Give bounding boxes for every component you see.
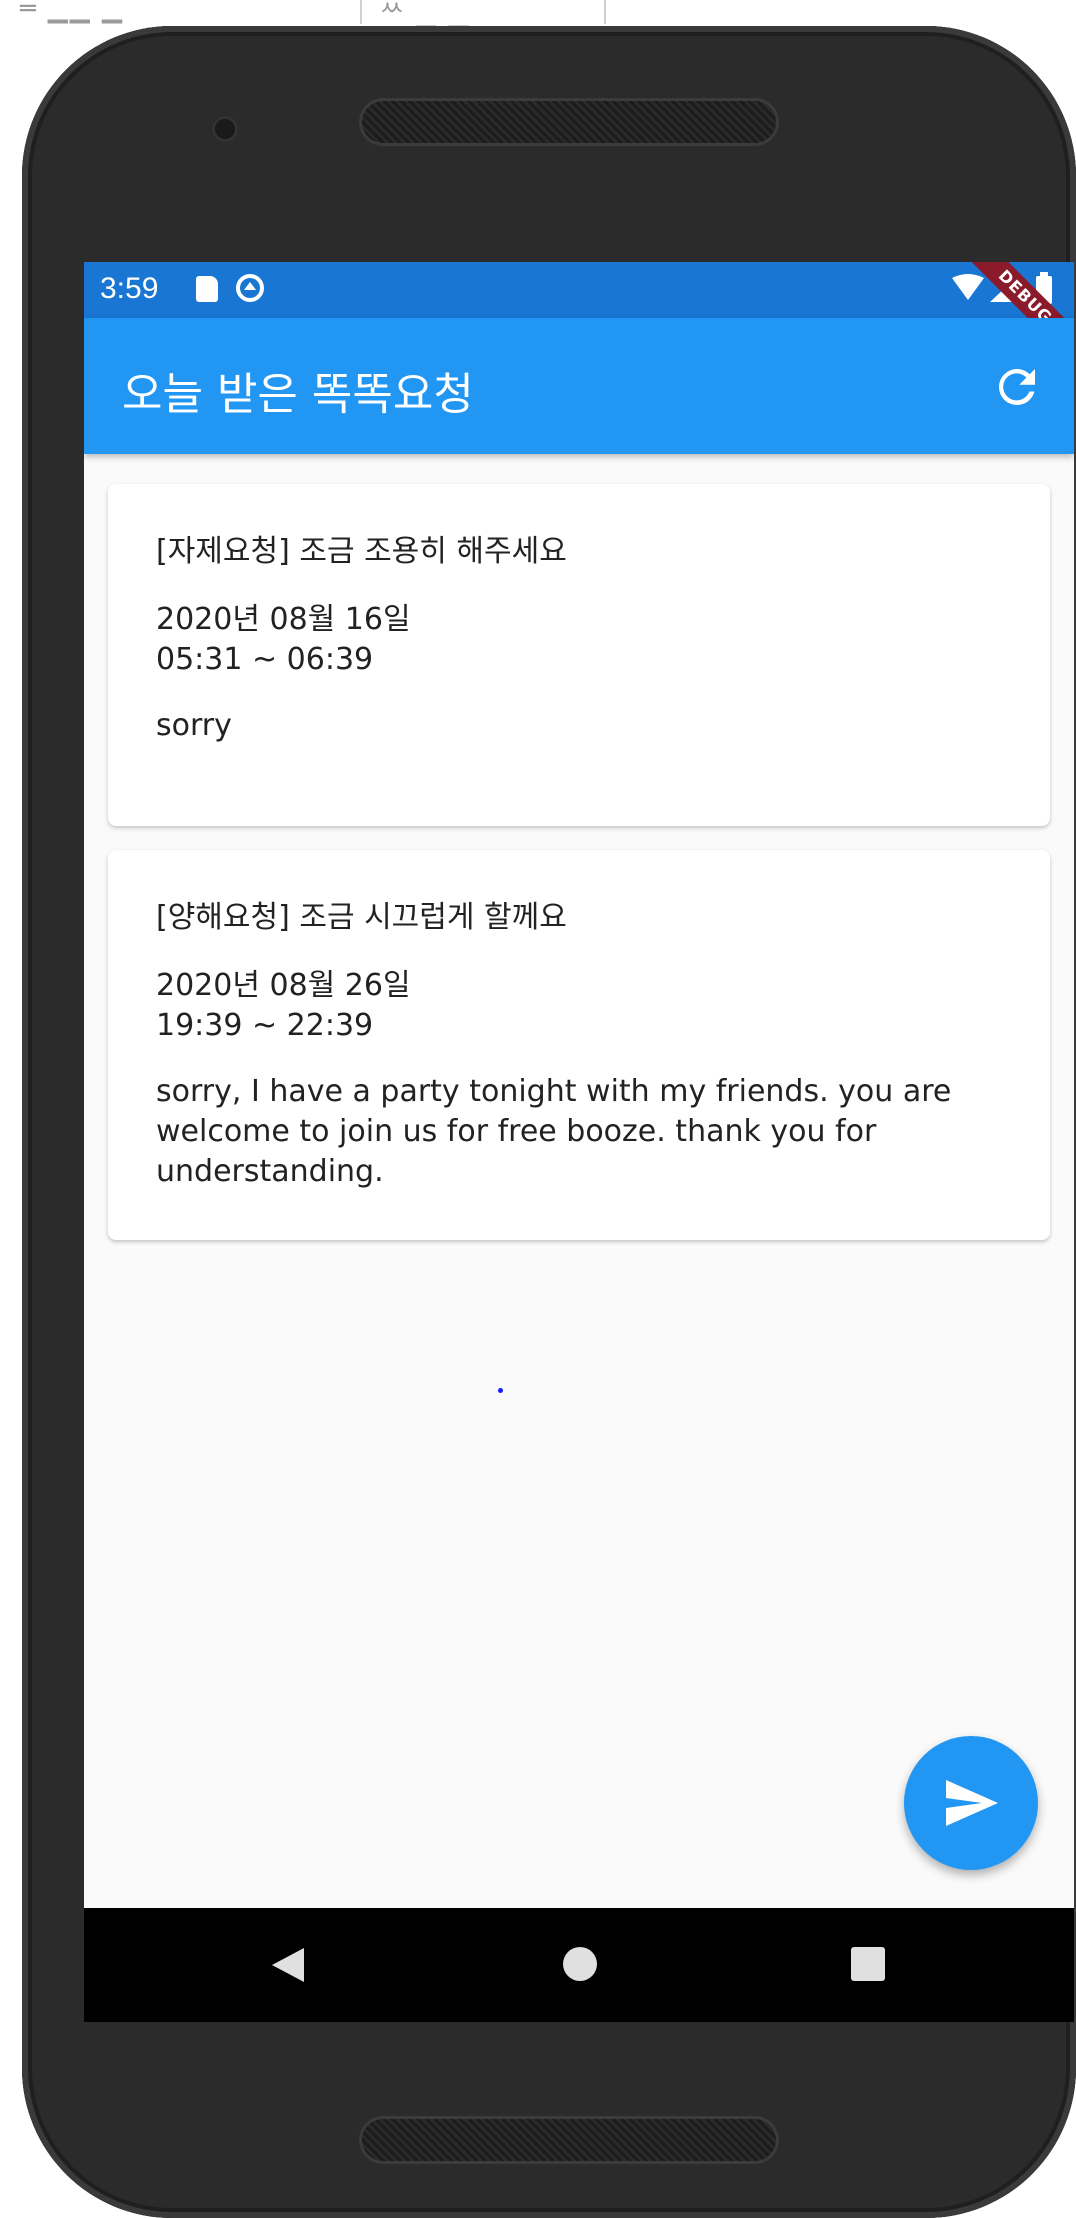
chrome-fragment-left: ═ ▁▁ ▁ [20, 0, 125, 24]
status-time: 3:59 [100, 272, 159, 305]
refresh-icon[interactable] [990, 360, 1044, 414]
home-icon[interactable] [562, 1946, 598, 1982]
status-bar: 3:59 DEBUG [84, 262, 1074, 374]
wifi-icon [952, 274, 984, 300]
request-date: 2020년 08월 26일 [156, 968, 411, 1003]
page-title: 오늘 받은 똑똑요청 [122, 369, 474, 420]
request-title: [양해요청] 조금 시끄럽게 할께요 [156, 900, 567, 935]
request-card[interactable]: [양해요청] 조금 시끄럽게 할께요 2020년 08월 26일 19:39 ~… [108, 850, 1050, 1240]
stray-dot [498, 1388, 503, 1393]
app-bar: 오늘 받은 똑똑요청 [84, 318, 1074, 454]
chrome-divider [604, 0, 606, 24]
back-icon[interactable] [270, 1946, 306, 1984]
send-button[interactable] [904, 1736, 1038, 1870]
request-time: 05:31 ~ 06:39 [156, 642, 374, 677]
request-card[interactable]: [자제요청] 조금 조용히 해주세요 2020년 08월 16일 05:31 ~… [108, 484, 1050, 826]
earpiece-speaker [359, 98, 779, 146]
sync-icon [236, 274, 264, 302]
send-icon [946, 1780, 998, 1826]
front-camera [212, 116, 238, 142]
bottom-speaker [359, 2116, 779, 2164]
window-chrome-strip: ═ ▁▁ ▁ ᄊ ▁ ▁ [0, 0, 1076, 30]
sd-card-icon [196, 276, 218, 302]
request-message: sorry, I have a party tonight with my fr… [156, 1074, 952, 1189]
request-date: 2020년 08월 16일 [156, 602, 411, 637]
chrome-divider [360, 0, 362, 24]
request-message: sorry [156, 708, 232, 743]
request-title: [자제요청] 조금 조용히 해주세요 [156, 534, 567, 569]
recents-icon[interactable] [850, 1946, 886, 1982]
phone-frame: 3:59 DEBUG 오늘 받은 똑똑요청 [자제요청] 조금 조용히 해주세요… [22, 26, 1076, 2218]
navigation-bar [84, 1908, 1074, 2022]
request-time: 19:39 ~ 22:39 [156, 1008, 374, 1043]
device-screen: 3:59 DEBUG 오늘 받은 똑똑요청 [자제요청] 조금 조용히 해주세요… [84, 262, 1074, 2022]
